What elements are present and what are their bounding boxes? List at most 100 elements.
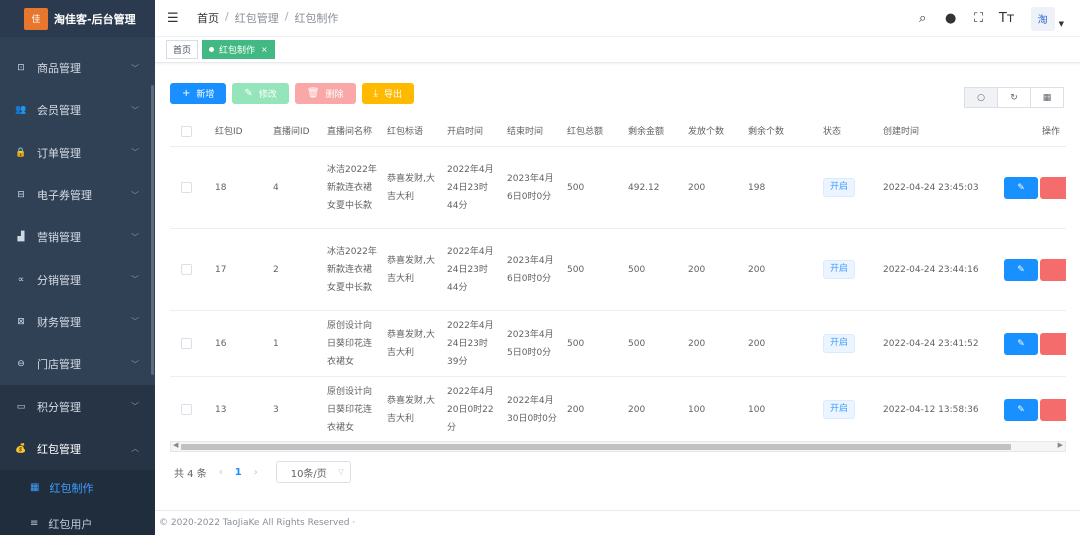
col-header-total: 红包总额 (567, 126, 604, 137)
chart-icon: ▟ (17, 232, 25, 243)
sidebar-item-label: 电子券管理 (37, 189, 92, 203)
sidebar-item-label: 财务管理 (37, 315, 81, 329)
breadcrumb-separator: / (225, 10, 229, 23)
page-size-select[interactable]: 10条/页 ▽ (275, 461, 351, 483)
calendar-icon: ▦ (30, 482, 40, 494)
cell-slogan: 恭喜发财,大吉大利 (387, 329, 435, 358)
cell-created: 2022-04-24 23:45:03 (883, 182, 979, 193)
table-row[interactable]: 16 1 原创设计向日葵印花连衣裙女 恭喜发财,大吉大利 2022年4月24日2… (170, 311, 1066, 377)
chevron-up-icon: ︿ (131, 444, 139, 454)
checkbox[interactable] (181, 126, 192, 137)
app-logo[interactable]: 佳 淘佳客-后台管理 (0, 0, 155, 37)
page-number[interactable]: 1 (235, 467, 242, 478)
col-header-count: 发放个数 (688, 126, 725, 137)
row-delete-button[interactable] (1040, 258, 1066, 281)
sidebar-item-store[interactable]: ⊖ 门店管理 ﹀ (0, 343, 155, 385)
chevron-down-icon: ﹀ (131, 317, 139, 327)
navbar-tools: ⌕ ● ⛶ Tт 淘 ▼ (909, 0, 1080, 37)
product-icon: ⊡ (17, 63, 25, 74)
cell-created: 2022-04-12 13:58:36 (883, 404, 979, 415)
row-edit-button[interactable]: ✎ (1004, 332, 1038, 355)
row-edit-button[interactable]: ✎ (1004, 398, 1038, 421)
main-area: ☰ 首页 / 红包管理 / 红包制作 ⌕ ● ⛶ Tт 淘 ▼ 首页 红包制作 … (155, 0, 1080, 535)
breadcrumb-redpacket[interactable]: 红包管理 (235, 10, 279, 26)
row-delete-button[interactable] (1040, 176, 1066, 199)
row-delete-button[interactable] (1040, 332, 1066, 355)
sidebar-subitem-redpacket-make[interactable]: ▦ 红包制作 (0, 470, 155, 506)
row-checkbox[interactable] (170, 182, 203, 193)
fullscreen-icon[interactable]: ⛶ (965, 11, 993, 26)
scroll-right-icon[interactable]: ▶ (1058, 441, 1063, 449)
sidebar-item-member[interactable]: 👥 会员管理 ﹀ (0, 89, 155, 131)
font-size-icon[interactable]: Tт (993, 11, 1021, 26)
checkbox[interactable] (181, 264, 192, 275)
caret-down-icon[interactable]: ▼ (1059, 10, 1064, 28)
next-page-icon[interactable]: › (254, 467, 258, 478)
col-header-slogan: 红包标语 (387, 126, 424, 137)
row-checkbox[interactable] (170, 338, 203, 349)
table-row[interactable]: 13 3 原创设计向日葵印花连衣裙女 恭喜发财,大吉大利 2022年4月20日0… (170, 377, 1066, 442)
hamburger-icon[interactable]: ☰ (167, 11, 183, 26)
checkbox[interactable] (181, 182, 192, 193)
select-all-checkbox[interactable] (170, 126, 203, 137)
row-edit-button[interactable]: ✎ (1004, 258, 1038, 281)
search-icon[interactable]: ⌕ (909, 11, 937, 26)
sidebar-menu: ⊡ 商品管理 ﹀ 👥 会员管理 ﹀ 🔒 订单管理 ﹀ ⊟ 电子券管理 ﹀ ▟ 营销管理 ﹀ ∝ 分销管… (0, 47, 155, 535)
chevron-down-icon: ﹀ (131, 359, 139, 369)
scrollbar-thumb[interactable] (181, 444, 1011, 450)
cell-ops: ✎ (999, 258, 1066, 281)
right-toolbar: ○ ↻ ▦ (964, 87, 1064, 108)
horizontal-scrollbar[interactable]: ◀ ▶ (170, 441, 1066, 452)
row-edit-button[interactable]: ✎ (1004, 176, 1038, 199)
sidebar-item-redpacket[interactable]: 💰 红包管理 ︿ (0, 427, 155, 470)
cell-count: 100 (688, 404, 706, 415)
logo-icon: 佳 (24, 7, 48, 30)
sidebar-item-product[interactable]: ⊡ 商品管理 ﹀ (0, 47, 155, 89)
breadcrumb: 首页 / 红包管理 / 红包制作 (197, 10, 338, 26)
tag-home[interactable]: 首页 (166, 40, 199, 59)
sidebar-item-marketing[interactable]: ▟ 营销管理 ﹀ (0, 216, 155, 258)
row-delete-button[interactable] (1040, 398, 1066, 421)
sidebar-item-finance[interactable]: ⊠ 财务管理 ﹀ (0, 301, 155, 343)
cell-count: 200 (688, 182, 706, 193)
sidebar-item-label: 会员管理 (37, 104, 81, 118)
refresh-icon[interactable]: ↻ (997, 87, 1031, 108)
toggle-search-icon[interactable]: ○ (964, 87, 998, 108)
edit-button[interactable]: ✎ 修改 (232, 83, 289, 104)
tags-view: 首页 红包制作 × (155, 37, 1080, 63)
close-icon[interactable]: × (261, 45, 268, 54)
sidebar-subitem-redpacket-users[interactable]: ≡ 红包用户 (0, 506, 155, 535)
checkbox[interactable] (181, 338, 192, 349)
cell-left: 500 (628, 338, 646, 349)
checkbox[interactable] (181, 404, 192, 415)
columns-icon[interactable]: ▦ (1030, 87, 1064, 108)
export-button[interactable]: ⤓ 导出 (361, 83, 414, 104)
chevron-down-icon: ﹀ (131, 402, 139, 412)
plus-icon: + (182, 88, 191, 99)
row-checkbox[interactable] (170, 404, 203, 415)
copyright-text: © 2020-2022 TaoJiaKe All Rights Reserved… (159, 518, 356, 528)
tag-redpacket-make[interactable]: 红包制作 × (202, 40, 275, 59)
cell-end: 2023年4月6日0时0分 (507, 173, 554, 202)
col-header-name: 直播间名称 (327, 126, 373, 137)
prev-page-icon[interactable]: ‹ (219, 467, 223, 478)
table-row[interactable]: 17 2 冰洁2022年新款连衣裙女夏中长款 恭喜发财,大吉大利 2022年4月… (170, 229, 1066, 311)
delete-button[interactable]: 🗑 删除 (294, 83, 356, 104)
scroll-left-icon[interactable]: ◀ (173, 441, 178, 449)
row-checkbox[interactable] (170, 264, 203, 275)
github-icon[interactable]: ● (937, 11, 965, 26)
sidebar-item-distribution[interactable]: ∝ 分销管理 ﹀ (0, 258, 155, 300)
avatar[interactable]: 淘 (1030, 6, 1055, 31)
sidebar-scrollbar[interactable] (151, 85, 154, 375)
list-icon: ≡ (30, 518, 39, 530)
cell-total: 500 (567, 338, 585, 349)
breadcrumb-home[interactable]: 首页 (197, 10, 219, 26)
sidebar-item-order[interactable]: 🔒 订单管理 ﹀ (0, 132, 155, 174)
lock-icon: 🔒 (15, 147, 27, 158)
table-row[interactable]: 18 4 冰洁2022年新款连衣裙女夏中长款 恭喜发财,大吉大利 2022年4月… (170, 147, 1066, 229)
app-title: 淘佳客-后台管理 (54, 12, 136, 26)
sidebar-item-points[interactable]: ▭ 积分管理 ﹀ (0, 385, 155, 428)
add-button[interactable]: + 新增 (170, 83, 227, 104)
sidebar-item-coupon[interactable]: ⊟ 电子券管理 ﹀ (0, 174, 155, 216)
add-label: 新增 (196, 90, 215, 100)
